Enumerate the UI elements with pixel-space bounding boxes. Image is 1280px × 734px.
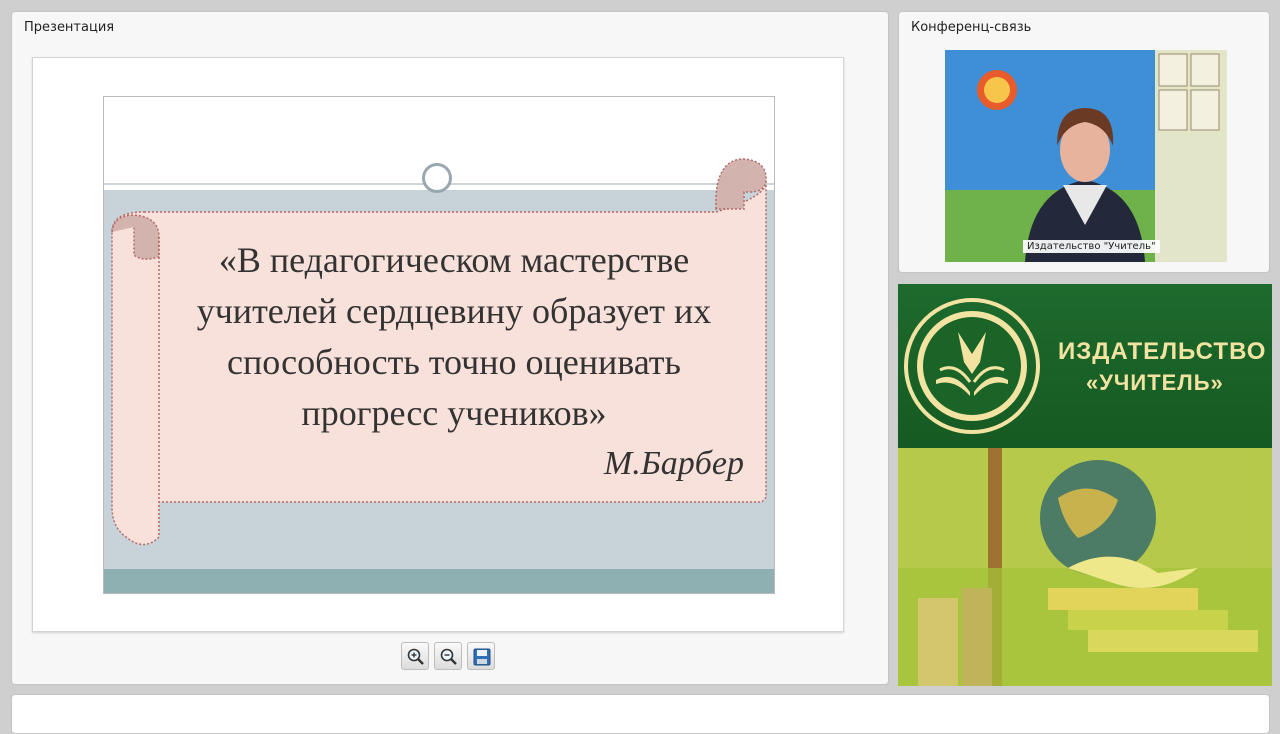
video-feed: Издательство "Учитель" [945,50,1227,262]
slide-decorative-circle [422,163,452,193]
zoom-in-icon [407,648,424,665]
conference-panel: Конференц-связь Издательство "Учитель" [898,11,1270,273]
publisher-name-line2: «УЧИТЕЛЬ» [1086,370,1224,395]
publisher-banner-header: ИЗДАТЕЛЬСТВО «УЧИТЕЛЬ» [898,284,1272,448]
bottom-panel [11,694,1270,734]
publisher-logo [904,298,1040,434]
slide: «В педагогическом мастерстве учителей се… [103,96,775,594]
publisher-banner: ИЗДАТЕЛЬСТВО «УЧИТЕЛЬ» [898,284,1272,686]
publisher-banner-image [898,448,1272,686]
slide-quote-author: М.Барбер [603,445,744,482]
zoom-out-icon [440,648,457,665]
zoom-out-button[interactable] [434,642,462,670]
conference-panel-title: Конференц-связь [911,20,1032,35]
video-scene [945,50,1227,262]
zoom-in-button[interactable] [401,642,429,670]
participant-name-label: Издательство "Учитель" [1023,240,1160,253]
presentation-panel: Презентация «В педагогическом мастерстве… [11,11,889,685]
floppy-disk-icon [473,648,491,666]
slide-quote: «В педагогическом мастерстве учителей се… [196,240,712,433]
publisher-name-line1: ИЗДАТЕЛЬСТВО [1058,338,1267,365]
books-globe-illustration [898,448,1272,686]
save-button[interactable] [467,642,495,670]
slide-viewer: «В педагогическом мастерстве учителей се… [32,57,844,632]
presentation-panel-title: Презентация [24,20,115,35]
